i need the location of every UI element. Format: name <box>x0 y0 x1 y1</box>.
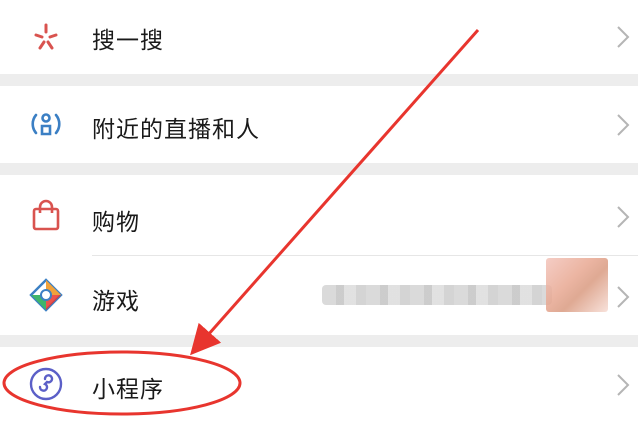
blurred-redacted-text <box>322 285 552 305</box>
shopping-bag-icon <box>28 197 64 233</box>
menu-item-label: 小程序 <box>92 377 164 403</box>
menu-item-mini-program[interactable]: 小程序 <box>0 347 638 422</box>
chevron-right-icon <box>616 205 630 229</box>
menu-item-label: 附近的直播和人 <box>92 117 260 143</box>
menu-item-shopping[interactable]: 购物 <box>0 175 638 255</box>
blurred-thumbnail <box>546 258 608 312</box>
chevron-right-icon <box>616 373 630 397</box>
menu-group-nearby: 附近的直播和人 <box>0 86 638 163</box>
menu-item-search[interactable]: 搜一搜 <box>0 0 638 74</box>
chevron-right-icon <box>616 285 630 309</box>
menu-group-shop-game: 购物 游戏 <box>0 175 638 335</box>
menu-item-nearby[interactable]: 附近的直播和人 <box>0 86 638 163</box>
menu-group-miniprogram: 小程序 <box>0 347 638 422</box>
game-diamond-icon <box>28 277 64 313</box>
chevron-right-icon <box>616 25 630 49</box>
chevron-right-icon <box>616 113 630 137</box>
nearby-person-icon <box>28 106 64 142</box>
menu-item-label: 搜一搜 <box>92 28 164 54</box>
menu-item-label: 购物 <box>92 210 140 236</box>
mini-program-icon <box>28 366 64 402</box>
menu-group-search: 搜一搜 <box>0 0 638 74</box>
search-sparkle-icon <box>28 19 64 55</box>
menu-item-label: 游戏 <box>92 289 140 315</box>
